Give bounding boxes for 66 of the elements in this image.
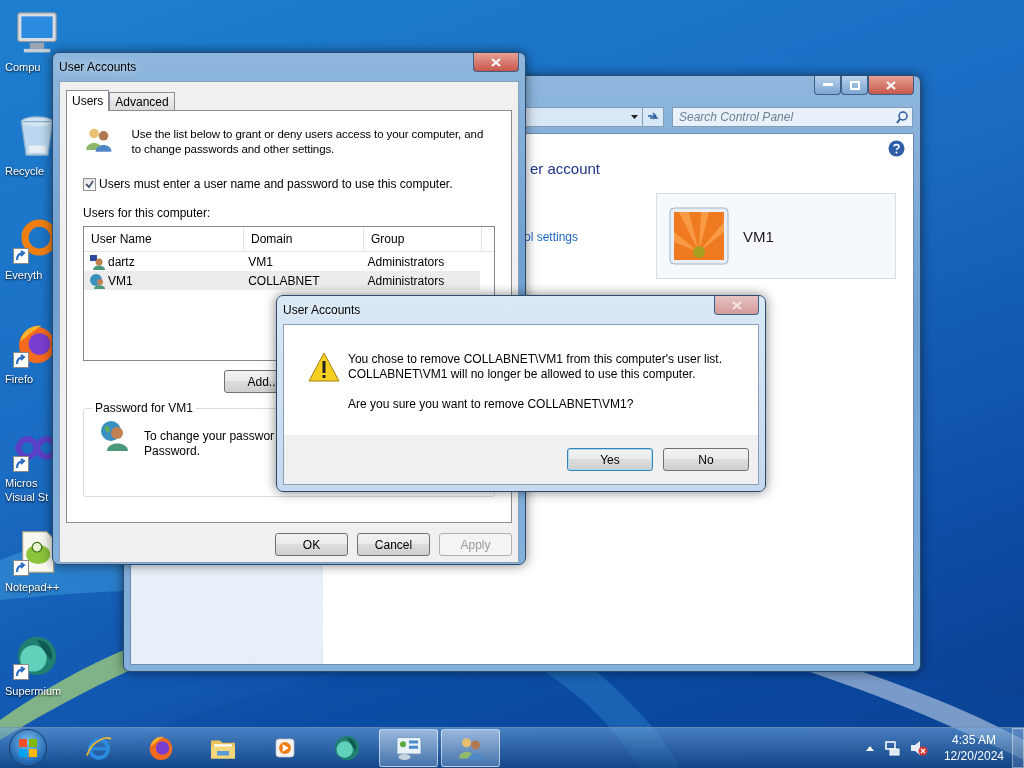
- close-button[interactable]: [868, 76, 914, 95]
- globe-user-icon: [89, 272, 105, 289]
- minimize-icon: [822, 83, 833, 87]
- help-icon[interactable]: [888, 140, 905, 157]
- minimize-button[interactable]: [814, 76, 841, 95]
- dropdown-icon: [631, 115, 638, 119]
- user-cell: VM1: [84, 271, 244, 290]
- table-row[interactable]: dartz VM1 Administrators: [84, 252, 480, 271]
- window-title: User Accounts: [59, 60, 137, 74]
- intro-text: Use the list below to grant or deny users access to your computer, and to change passwords and other settings.: [131, 127, 485, 157]
- table-row[interactable]: VM1 COLLABNET Administrators: [84, 271, 480, 290]
- user-cell: dartz: [84, 252, 244, 271]
- show-desktop-button[interactable]: [1012, 728, 1024, 768]
- group-title: Password for VM1: [94, 401, 195, 415]
- search-field[interactable]: Search Control Panel: [672, 107, 913, 127]
- dialog-button[interactable]: No: [663, 448, 749, 471]
- close-icon: [886, 80, 896, 90]
- search-input[interactable]: Search Control Panel: [679, 110, 896, 124]
- dialog-button[interactable]: Cancel: [357, 533, 430, 556]
- close-icon: [491, 57, 501, 67]
- icon-label: Visual St: [5, 490, 49, 504]
- dialog-button[interactable]: Yes: [567, 448, 653, 471]
- warning-icon: [308, 352, 340, 382]
- icon-label: Supermium: [5, 684, 62, 698]
- group-text: Password.: [144, 444, 202, 459]
- windows-logo-icon: [18, 738, 38, 758]
- page-heading: er account: [530, 160, 602, 177]
- search-icon: [896, 110, 908, 124]
- table-cell-text: VM1: [247, 253, 274, 271]
- refresh-icon: [647, 112, 659, 122]
- maximize-icon: [849, 80, 860, 90]
- network-icon[interactable]: [883, 740, 900, 756]
- message-text: You chose to remove COLLABNET\VM1 from this computer's user list.: [348, 352, 722, 367]
- list-label: Users for this computer:: [83, 206, 212, 220]
- question-text: Are you sure you want to remove COLLABNET\VM1?: [348, 397, 635, 412]
- icon-label: Micros: [5, 476, 38, 490]
- table-cell-text: COLLABNET: [247, 272, 321, 290]
- close-button[interactable]: [473, 53, 519, 72]
- dialog-button[interactable]: OK: [275, 533, 348, 556]
- close-icon: [731, 300, 742, 310]
- icon-label: Everyth: [5, 268, 43, 282]
- window-title: User Accounts: [283, 303, 361, 317]
- table-cell-text: Administrators: [366, 272, 446, 290]
- tab[interactable]: Advanced: [109, 92, 175, 110]
- checkbox[interactable]: [83, 177, 96, 191]
- taskbar-button[interactable]: [379, 729, 438, 767]
- muted-speaker-icon[interactable]: [909, 740, 928, 756]
- account-name: VM1: [743, 227, 774, 245]
- start-button[interactable]: [9, 729, 47, 767]
- clock[interactable]: 4:35 AM 12/20/2024: [943, 732, 1004, 764]
- icon-label: Recycle: [5, 164, 45, 178]
- icon-label: Firefo: [5, 372, 34, 386]
- icon-label: Compu: [5, 60, 41, 74]
- user-icon: [89, 253, 105, 270]
- flower-avatar-icon: [669, 207, 729, 265]
- message-text: COLLABNET\VM1 will no longer be allowed to use this computer.: [348, 367, 697, 382]
- checkbox-label[interactable]: Users must enter a user name and password to use this computer.: [99, 177, 453, 191]
- close-button[interactable]: [714, 296, 759, 315]
- icon-label: Notepad++: [5, 580, 60, 594]
- tray-expand-icon[interactable]: [865, 745, 874, 751]
- maximize-button[interactable]: [841, 76, 868, 95]
- group-text: To change your passwor: [144, 429, 275, 444]
- refresh-button[interactable]: [642, 107, 664, 127]
- user-globe-icon: [98, 419, 130, 451]
- tab[interactable]: Users: [66, 90, 110, 111]
- table-cell-text: Administrators: [366, 253, 446, 271]
